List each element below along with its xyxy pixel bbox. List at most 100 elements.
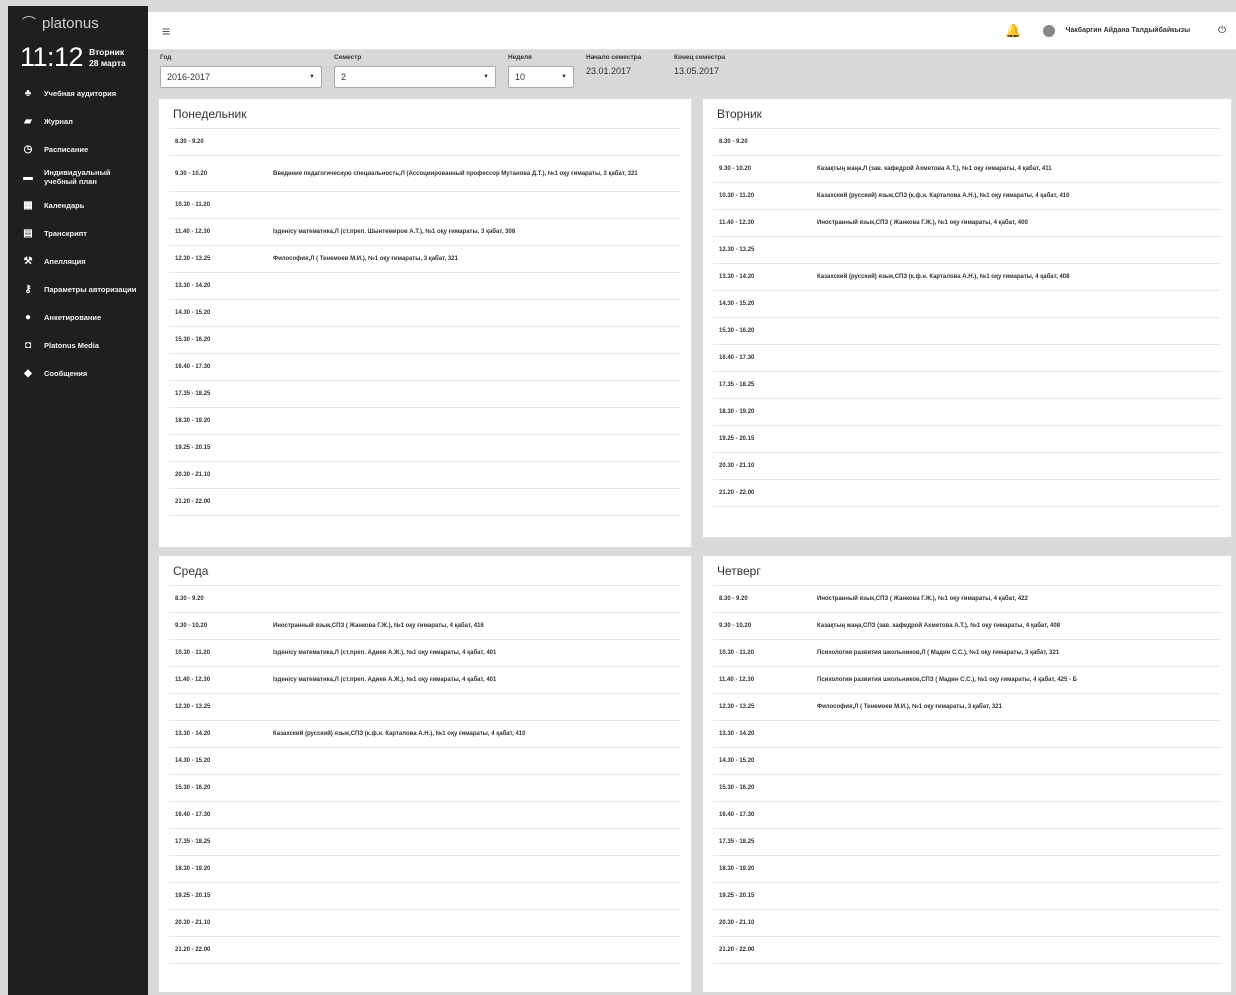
sidebar-item-journal[interactable]: ▰ Журнал xyxy=(8,107,148,135)
power-icon[interactable]: ⏻ xyxy=(1218,25,1226,36)
sidebar-item-study-plan[interactable]: ▬ Индивидуальный учебный план xyxy=(8,163,148,191)
lesson-description[interactable]: Психология развития школьников,СПЗ ( Мад… xyxy=(817,676,1221,684)
year-select[interactable]: 2016-2017 ▼ xyxy=(160,66,322,88)
lesson-time: 8.30 - 9.20 xyxy=(175,139,204,145)
lesson-row: 16.40 - 17.30 xyxy=(713,345,1221,372)
lesson-time: 9.30 - 10.20 xyxy=(719,166,752,172)
lesson-row: 8.30 - 9.20 xyxy=(713,129,1221,156)
lesson-row: 9.30 - 10.20 Иностранный язык,СПЗ ( Жанко… xyxy=(169,613,681,640)
lesson-description[interactable]: Иностранный язык,СПЗ ( Жанкова Г.Ж.), №1… xyxy=(273,622,681,630)
lesson-description[interactable]: Иностранный язык,СПЗ ( Жанкова Г.Ж.), №1… xyxy=(817,219,1221,227)
notification-bell-icon[interactable]: 🔔 xyxy=(1005,23,1021,39)
lesson-time: 15.30 - 16.20 xyxy=(719,785,755,791)
lesson-description[interactable]: Казахский (русский) язык,СПЗ (к.ф.н. Кар… xyxy=(817,273,1221,281)
lesson-time: 10.30 - 11.20 xyxy=(719,650,755,656)
user-area: 🔔 Чакбаргин Айдана Талдыйбайкызы ⏻ xyxy=(1005,23,1236,39)
lesson-row: 15.30 - 16.20 xyxy=(169,327,681,354)
sidebar-item-survey[interactable]: ● Анкетирование xyxy=(8,303,148,331)
lesson-time: 11.40 - 12.30 xyxy=(175,677,211,683)
semester-end: Конец семестра 13.05.2017 xyxy=(674,54,725,76)
lesson-row: 17.35 - 18.25 xyxy=(713,372,1221,399)
lesson-list: 8.30 - 9.20 Иностранный язык,СПЗ ( Жанков… xyxy=(713,586,1221,964)
lesson-time: 9.30 - 10.20 xyxy=(175,170,208,177)
semester-end-label: Конец семестра xyxy=(674,54,726,61)
lesson-row: 20.30 - 21.10 xyxy=(169,462,681,489)
clock-date: Вторник 28 марта xyxy=(89,47,126,69)
day-title: Четверг xyxy=(713,556,1221,586)
lesson-description[interactable]: Философия,Л ( Тенемоев М.И.), №1 оқу ғим… xyxy=(273,255,681,263)
lesson-time: 19.25 - 20.15 xyxy=(175,445,211,451)
avatar[interactable] xyxy=(1043,24,1056,37)
lesson-description[interactable]: Казахский (русский) язык,СПЗ (к.ф.н. Кар… xyxy=(273,730,681,738)
lesson-description[interactable]: Иностранный язык,СПЗ ( Жанкова Г.Ж.), №1… xyxy=(817,595,1221,603)
lesson-row: 20.30 - 21.10 xyxy=(713,453,1221,480)
lesson-time: 11.40 - 12.30 xyxy=(719,220,755,226)
week-select[interactable]: 10 ▼ xyxy=(508,66,574,88)
sidebar-item-auth-settings[interactable]: ⚷ Параметры авторизации xyxy=(8,275,148,303)
lesson-row: 18.30 - 19.20 xyxy=(169,856,681,883)
lesson-time: 16.40 - 17.30 xyxy=(719,355,755,361)
lesson-time: 14.30 - 15.20 xyxy=(175,310,211,316)
lesson-description[interactable]: Ізденісу математика,Л (ст.преп. Шынтемир… xyxy=(273,228,681,236)
lesson-row: 8.30 - 9.20 xyxy=(169,129,681,156)
lesson-time: 11.40 - 12.30 xyxy=(719,677,755,683)
lesson-time: 21.20 - 22.00 xyxy=(719,490,755,496)
lesson-row: 10.30 - 11.20 Казахский (русский) язык,СП… xyxy=(713,183,1221,210)
lesson-description[interactable]: Философия,Л ( Тенемоев М.И.), №1 оқу ғим… xyxy=(817,703,1221,711)
chat-icon: ◆ xyxy=(24,367,32,379)
lesson-time: 12.30 - 13.25 xyxy=(719,247,755,253)
lesson-row: 13.30 - 14.20 xyxy=(713,721,1221,748)
sidebar-item-media[interactable]: ◘ Platonus Media xyxy=(8,331,148,359)
lesson-row: 21.20 - 22.00 xyxy=(169,489,681,516)
lesson-row: 10.30 - 11.20 Психология развития школьни… xyxy=(713,640,1221,667)
semester-filter: Семестр 2 ▼ xyxy=(334,54,496,88)
hamburger-menu-icon[interactable]: ≡ xyxy=(162,23,170,39)
semester-select[interactable]: 2 ▼ xyxy=(334,66,496,88)
sidebar-item-label: Учебная аудитория xyxy=(44,88,117,98)
lesson-row: 21.20 - 22.00 xyxy=(169,937,681,964)
lesson-description[interactable]: Казақтың жаңа,Л (зав. кафедрой Ахметова … xyxy=(817,165,1221,173)
sidebar-item-appeal[interactable]: ⚒ Апелляция xyxy=(8,247,148,275)
lesson-time: 10.30 - 11.20 xyxy=(175,202,211,208)
lesson-description[interactable]: Ізденісу математика,Л (ст.преп. Адиев А.… xyxy=(273,676,681,684)
sidebar-item-classroom[interactable]: ♣ Учебная аудитория xyxy=(8,79,148,107)
lesson-time: 12.30 - 13.25 xyxy=(175,256,211,262)
sidebar-item-calendar[interactable]: ▦ Календарь xyxy=(8,191,148,219)
sidebar-item-transcript[interactable]: ▤ Транскрипт xyxy=(8,219,148,247)
lesson-list: 8.30 - 9.20 9.30 - 10.20 Введение педагоги… xyxy=(169,129,681,516)
lesson-time: 16.40 - 17.30 xyxy=(719,812,755,818)
lesson-description[interactable]: Казахский (русский) язык,СПЗ (к.ф.н. Кар… xyxy=(817,192,1221,200)
lesson-row: 13.30 - 14.20 Казахский (русский) язык,СП… xyxy=(713,264,1221,291)
lesson-time: 18.30 - 19.20 xyxy=(175,866,211,872)
sidebar-item-label: Расписание xyxy=(44,144,89,154)
lesson-time: 15.30 - 16.20 xyxy=(719,328,755,334)
lesson-list: 8.30 - 9.20 9.30 - 10.20 Иностранный язык,… xyxy=(169,586,681,964)
semester-value: 2 xyxy=(341,72,347,82)
lesson-row: 12.30 - 13.25 Философия,Л ( Тенемоев М.И.… xyxy=(713,694,1221,721)
logo[interactable]: ⌒ platonus xyxy=(8,6,148,40)
sidebar-item-messages[interactable]: ◆ Сообщения xyxy=(8,359,148,387)
day-panel-thursday: Четверг 8.30 - 9.20 Иностранный язык,СПЗ … xyxy=(702,555,1232,993)
info-icon: ● xyxy=(24,311,32,323)
lesson-row: 21.20 - 22.00 xyxy=(713,937,1221,964)
user-name[interactable]: Чакбаргин Айдана Талдыйбайкызы xyxy=(1065,27,1190,34)
lesson-description[interactable]: Психология развития школьников,Л ( Мадин… xyxy=(817,649,1221,657)
lesson-description[interactable]: Казақтың жаңа,СПЗ (зав. кафедрой Ахметов… xyxy=(817,622,1221,630)
lesson-time: 15.30 - 16.20 xyxy=(175,337,211,343)
lesson-row: 19.25 - 20.15 xyxy=(713,426,1221,453)
lesson-row: 17.35 - 18.25 xyxy=(169,381,681,408)
lesson-time: 20.30 - 21.10 xyxy=(719,463,755,469)
lesson-time: 17.35 - 18.25 xyxy=(719,839,755,845)
lesson-row: 12.30 - 13.25 xyxy=(169,694,681,721)
sidebar-item-schedule[interactable]: ◷ Расписание xyxy=(8,135,148,163)
lesson-time: 21.20 - 22.00 xyxy=(175,499,211,505)
calendar-icon: ▦ xyxy=(23,199,33,211)
day-title: Вторник xyxy=(713,99,1221,129)
lesson-description[interactable]: Введение педагогическую специальность,Л … xyxy=(273,170,681,178)
sidebar: ⌒ platonus 11:12 Вторник 28 марта ♣ Учеб… xyxy=(8,6,148,995)
lesson-time: 13.30 - 14.20 xyxy=(719,731,755,737)
lesson-description[interactable]: Ізденісу математика,Л (ст.преп. Адиев А.… xyxy=(273,649,681,657)
lesson-row: 15.30 - 16.20 xyxy=(169,775,681,802)
clock-icon: ◷ xyxy=(23,143,33,155)
sidebar-item-label: Апелляция xyxy=(44,256,86,266)
